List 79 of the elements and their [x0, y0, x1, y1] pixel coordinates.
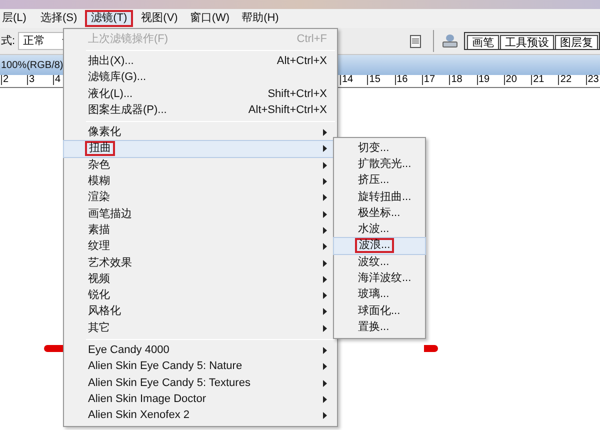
- menu-title[interactable]: 选择(S): [36, 10, 82, 27]
- menu-item[interactable]: 切变...: [334, 140, 425, 156]
- palette-tab[interactable]: 画笔: [467, 35, 499, 49]
- menu-item[interactable]: 旋转扭曲...: [334, 188, 425, 206]
- menu-item[interactable]: Alien Skin Eye Candy 5: Textures: [64, 374, 337, 392]
- brush-stroke: [44, 345, 64, 352]
- menu-item[interactable]: 液化(L)... Shift+Ctrl+X: [64, 86, 337, 102]
- ruler-number: 17: [422, 75, 436, 85]
- stamp-icon[interactable]: [442, 34, 458, 48]
- ruler-number: 14: [340, 75, 354, 85]
- submenu-arrow-icon: [323, 380, 327, 387]
- menu-item[interactable]: 纹理: [64, 238, 337, 255]
- ruler-number: 4: [53, 75, 61, 85]
- menu-title[interactable]: 窗口(W): [186, 10, 234, 27]
- menu-title[interactable]: 视图(V): [137, 10, 182, 27]
- menu-item[interactable]: 图案生成器(P)... Alt+Shift+Ctrl+X: [64, 102, 337, 118]
- menu-item[interactable]: 像素化: [64, 124, 337, 141]
- menu-item[interactable]: Alien Skin Eye Candy 5: Nature: [64, 358, 337, 375]
- ruler-number: 15: [367, 75, 380, 85]
- submenu-arrow-icon: [323, 308, 327, 316]
- menu-title[interactable]: 帮助(H): [238, 10, 283, 27]
- ruler-number: 20: [504, 75, 517, 85]
- menu-item[interactable]: 模糊: [64, 173, 337, 190]
- submenu-arrow-icon: [323, 178, 327, 186]
- submenu-arrow-icon: [323, 396, 327, 403]
- menu-item[interactable]: Alien Skin Xenofex 2: [64, 408, 337, 424]
- document-icon[interactable]: [410, 34, 421, 48]
- blend-mode-label: 式:: [1, 34, 16, 49]
- submenu-arrow-icon: [323, 226, 327, 234]
- menu-item[interactable]: 视频: [64, 271, 337, 288]
- menu-item[interactable]: 水波...: [334, 221, 425, 238]
- submenu-arrow-icon: [323, 145, 327, 152]
- submenu-arrow-icon: [323, 276, 327, 283]
- menu-item[interactable]: 扩散亮光...: [334, 156, 425, 173]
- submenu-arrow-icon: [323, 412, 327, 420]
- submenu-arrow-icon: [323, 324, 327, 332]
- menu-item[interactable]: 杂色: [64, 157, 337, 174]
- menu-title[interactable]: 层(L): [0, 10, 30, 27]
- submenu-arrow-icon: [323, 260, 327, 266]
- document-title[interactable]: 100%(RGB/8): [0, 58, 64, 72]
- palette-tab[interactable]: 图层复: [555, 35, 598, 49]
- menu-item[interactable]: 抽出(X)... Alt+Ctrl+X: [64, 53, 337, 70]
- menu-item[interactable]: 渲染: [64, 190, 337, 206]
- menu-item[interactable]: 其它: [64, 320, 337, 336]
- menu-item[interactable]: 玻璃...: [334, 286, 425, 303]
- menu-item[interactable]: 波纹...: [334, 254, 425, 270]
- submenu-arrow-icon: [323, 129, 327, 136]
- submenu-arrow-icon: [323, 210, 327, 218]
- menu-item[interactable]: 波浪...: [334, 238, 425, 254]
- menu-item[interactable]: 球面化...: [334, 302, 425, 320]
- menu-item[interactable]: 挤压...: [334, 172, 425, 189]
- ruler-number: 2: [1, 75, 9, 85]
- submenu-arrow-icon: [323, 363, 327, 370]
- menu-item[interactable]: 艺术效果: [64, 254, 337, 272]
- menu-item[interactable]: 素描: [64, 222, 337, 239]
- menu-item[interactable]: 滤镜库(G)...: [64, 70, 337, 86]
- ruler-number: 21: [531, 75, 544, 85]
- submenu-arrow-icon: [323, 162, 327, 169]
- ruler-number: 3: [27, 75, 35, 85]
- menu-item[interactable]: 锐化: [64, 287, 337, 304]
- menu-item[interactable]: 海洋波纹...: [334, 270, 425, 287]
- ruler-number: 23: [586, 75, 599, 85]
- ruler-number: 22: [558, 75, 572, 85]
- submenu-arrow-icon: [323, 346, 327, 354]
- ruler-number: 18: [449, 75, 462, 85]
- submenu-arrow-icon: [323, 243, 327, 250]
- menu-item[interactable]: 极坐标...: [334, 205, 425, 222]
- submenu-arrow-icon: [323, 292, 327, 300]
- menu-item[interactable]: Eye Candy 4000: [64, 342, 337, 359]
- ruler-number: 19: [476, 75, 490, 85]
- menu-title[interactable]: 滤镜(T): [85, 10, 134, 27]
- menu-item[interactable]: 画笔描边: [64, 206, 337, 222]
- brush-stroke: [424, 345, 438, 352]
- palette-tab[interactable]: 工具预设: [500, 35, 554, 49]
- menu-item[interactable]: 置换...: [334, 319, 425, 336]
- ruler-number: 16: [394, 75, 408, 85]
- menu-item[interactable]: Alien Skin Image Doctor: [64, 391, 337, 408]
- menu-item[interactable]: 风格化: [64, 304, 337, 320]
- submenu-arrow-icon: [323, 194, 327, 202]
